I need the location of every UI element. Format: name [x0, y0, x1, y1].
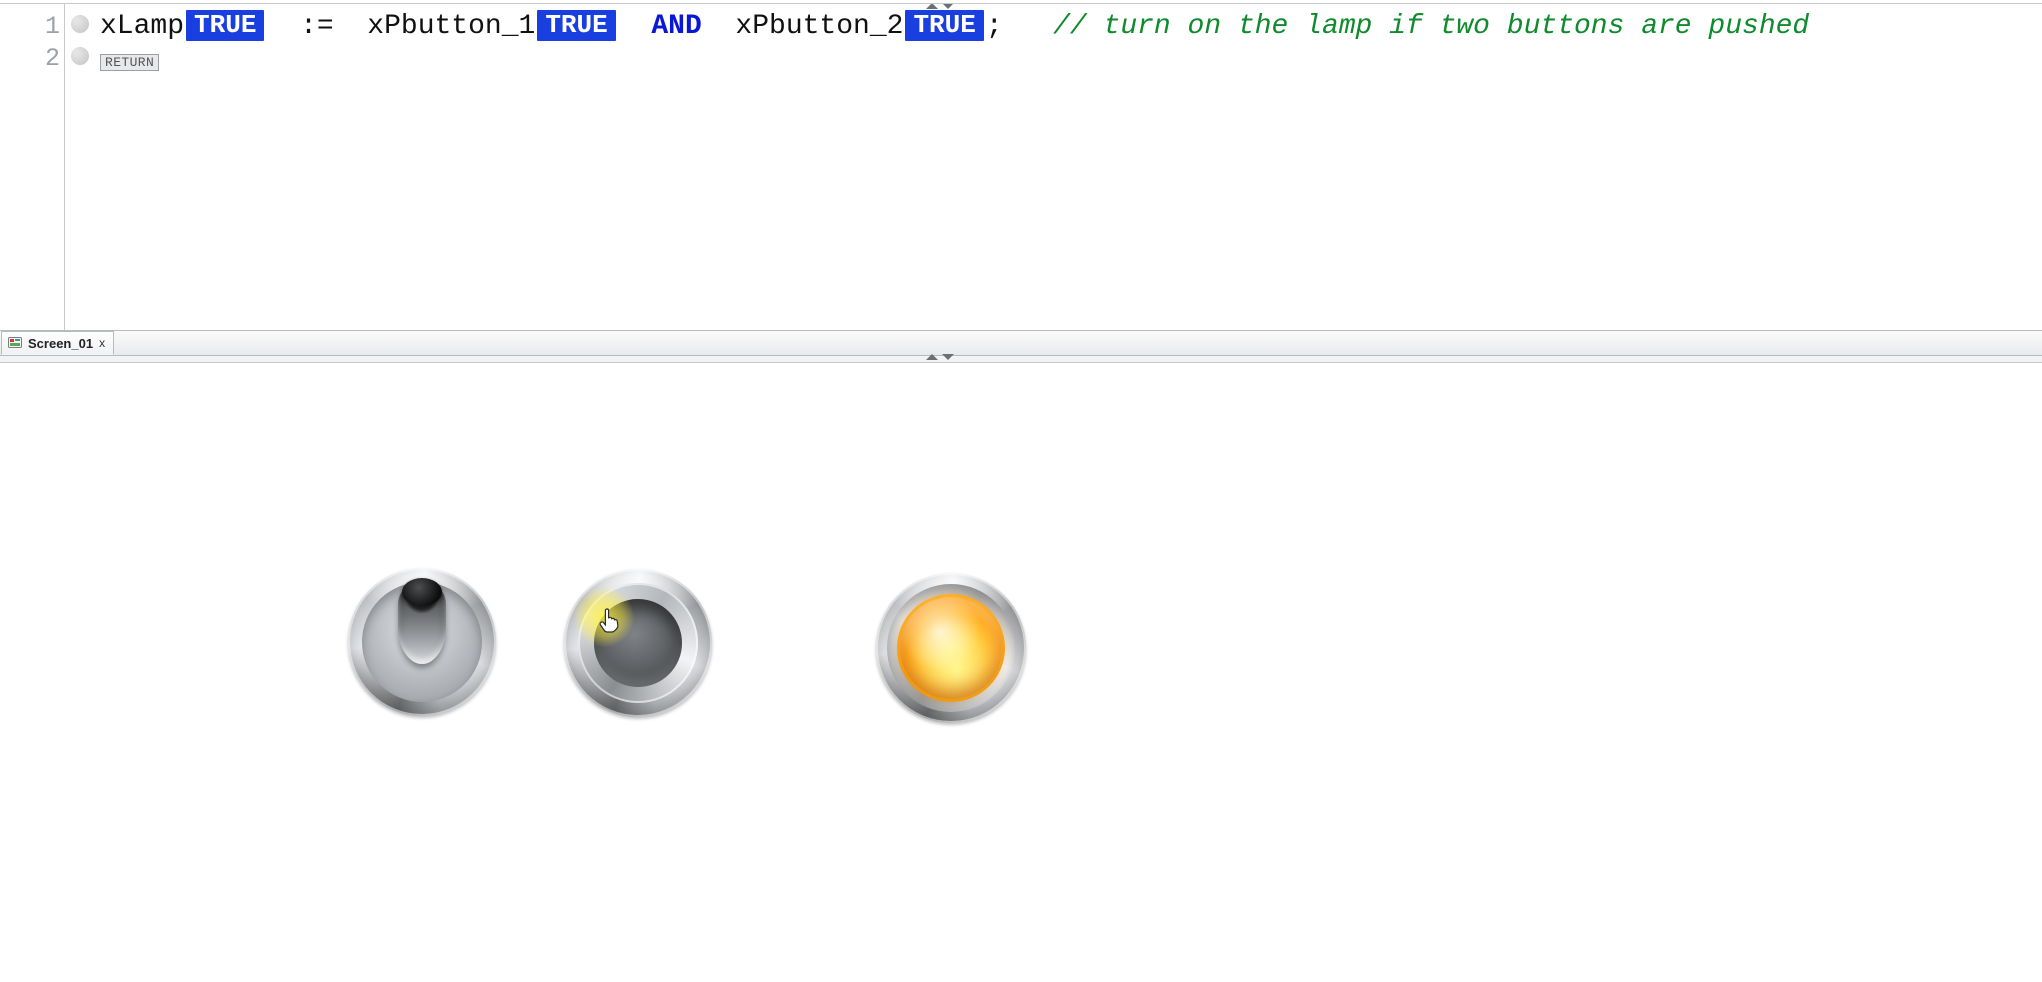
assign-operator: := [300, 11, 334, 42]
tab-close-button[interactable]: x [99, 336, 105, 350]
visualization-canvas[interactable] [0, 363, 2042, 982]
breakpoint-slot-icon[interactable] [71, 47, 89, 65]
code-area[interactable]: xLampTRUE := xPbutton_1TRUE AND xPbutton… [64, 4, 2042, 330]
keyword-and: AND [651, 11, 701, 42]
button-face [594, 599, 682, 687]
push-button[interactable] [564, 569, 712, 717]
online-value-badge: TRUE [186, 10, 264, 41]
line-number: 2 [45, 44, 60, 73]
breakpoint-margin[interactable] [64, 4, 94, 330]
line-number: 1 [45, 12, 60, 41]
tab-label: Screen_01 [28, 336, 93, 351]
code-editor-pane[interactable]: 1 2 xLampTRUE := xPbutton_1TRUE AND xPbu… [0, 4, 2042, 330]
variable-name: xPbutton_1 [367, 11, 535, 42]
variable-name: xPbutton_2 [735, 11, 903, 42]
code-line[interactable]: RETURN [100, 44, 159, 75]
online-value-badge: TRUE [905, 10, 983, 41]
operator [283, 11, 300, 42]
lamp-lens-icon [897, 594, 1005, 702]
online-value-badge: TRUE [537, 10, 615, 41]
visualization-tab-icon [8, 336, 22, 350]
switch-cap-icon [402, 578, 442, 606]
dip-switch[interactable] [348, 568, 496, 716]
line-number-gutter: 1 2 [0, 4, 65, 330]
bottom-tab-bar: Screen_01 x [0, 330, 2042, 356]
tab-screen-01[interactable]: Screen_01 x [1, 331, 114, 355]
comment: // turn on the lamp if two buttons are p… [1053, 11, 1809, 42]
breakpoint-slot-icon[interactable] [71, 15, 89, 33]
semicolon: ; [986, 11, 1003, 42]
return-marker-badge: RETURN [100, 54, 159, 71]
code-line[interactable]: xLampTRUE := xPbutton_1TRUE AND xPbutton… [100, 10, 1809, 42]
pane-splitter[interactable] [0, 356, 2042, 363]
variable-name: xLamp [100, 11, 184, 42]
lamp-indicator [876, 573, 1026, 723]
